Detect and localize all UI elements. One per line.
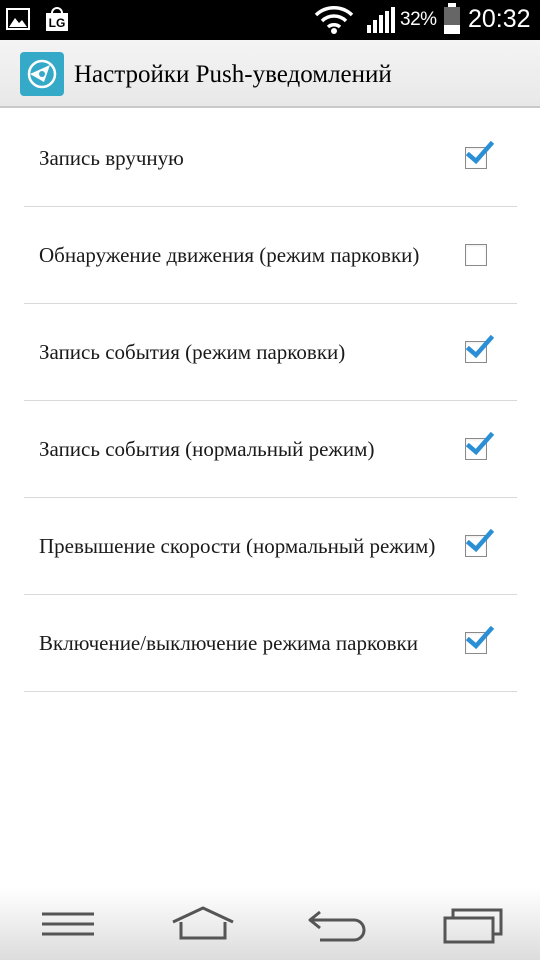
checkbox[interactable] xyxy=(465,626,494,654)
setting-event-recording-parking[interactable]: Запись события (режим парковки) xyxy=(24,304,517,401)
setting-label: Включение/выключение режима парковки xyxy=(39,631,418,655)
checkbox[interactable] xyxy=(465,529,494,557)
checkmark-icon xyxy=(466,141,494,165)
setting-event-recording-normal[interactable]: Запись события (нормальный режим) xyxy=(24,401,517,498)
checkbox[interactable] xyxy=(465,432,494,460)
setting-label: Запись события (нормальный режим) xyxy=(39,437,375,461)
setting-manual-recording[interactable]: Запись вручную xyxy=(24,110,517,207)
setting-parking-mode-toggle[interactable]: Включение/выключение режима парковки xyxy=(24,595,517,692)
action-bar: Настройки Push-уведомлений xyxy=(0,40,540,108)
checkmark-icon xyxy=(466,529,494,553)
menu-icon[interactable] xyxy=(32,902,104,946)
signal-icon xyxy=(366,7,396,33)
back-icon[interactable] xyxy=(302,902,374,946)
app-compass-icon[interactable] xyxy=(20,52,64,96)
checkmark-icon xyxy=(466,335,494,359)
setting-label: Запись вручную xyxy=(39,146,184,170)
wifi-icon xyxy=(314,5,354,35)
gallery-icon xyxy=(6,8,30,30)
setting-label: Превышение скорости (нормальный режим) xyxy=(39,534,436,558)
svg-text:LG: LG xyxy=(49,16,66,30)
checkbox[interactable] xyxy=(465,244,487,266)
nav-bar xyxy=(0,888,540,960)
checkbox[interactable] xyxy=(465,141,494,169)
setting-label: Запись события (режим парковки) xyxy=(39,340,346,364)
settings-list: Запись вручную Обнаружение движения (реж… xyxy=(24,110,517,692)
checkmark-icon xyxy=(466,626,494,650)
setting-speeding[interactable]: Превышение скорости (нормальный режим) xyxy=(24,498,517,595)
checkmark-icon xyxy=(466,432,494,456)
setting-motion-detection[interactable]: Обнаружение движения (режим парковки) xyxy=(24,207,517,304)
lg-icon: LG xyxy=(44,6,70,32)
page-title: Настройки Push-уведомлений xyxy=(74,61,392,88)
battery-icon xyxy=(443,3,461,35)
checkbox[interactable] xyxy=(465,335,494,363)
status-bar: LG 32% 20:32 xyxy=(0,0,540,40)
recent-apps-icon[interactable] xyxy=(437,902,509,946)
setting-label: Обнаружение движения (режим парковки) xyxy=(39,243,420,267)
clock: 20:32 xyxy=(468,5,531,33)
home-icon[interactable] xyxy=(167,902,239,946)
battery-percent: 32% xyxy=(400,9,437,30)
